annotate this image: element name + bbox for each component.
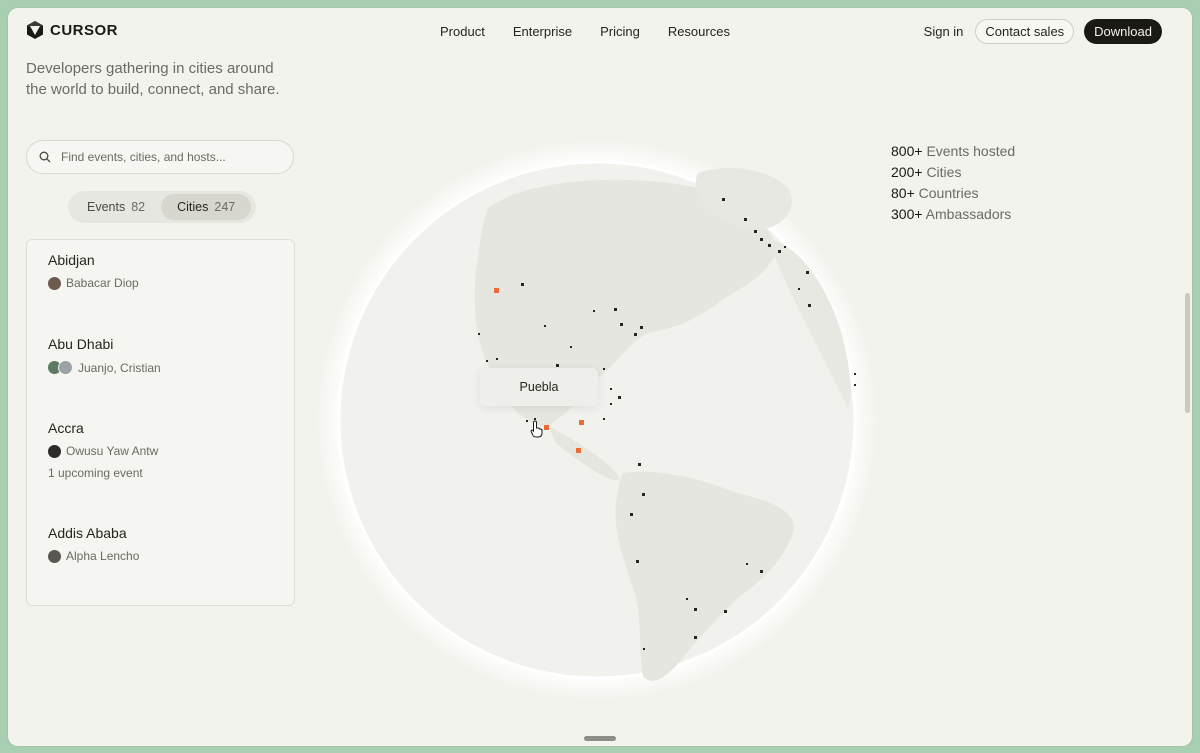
- city-item-addis-ababa[interactable]: Addis Ababa Alpha Lencho: [48, 525, 139, 563]
- city-name: Addis Ababa: [48, 525, 127, 541]
- tab-cities-label: Cities: [177, 200, 209, 214]
- host-names: Owusu Yaw Antw: [66, 444, 159, 458]
- tab-events-label: Events: [87, 200, 126, 214]
- city-hosts: Babacar Diop: [48, 276, 139, 290]
- search-input[interactable]: [59, 149, 283, 165]
- stat-label: Countries: [918, 185, 979, 201]
- view-toggle: Events 82 Cities 247: [68, 191, 256, 223]
- cursor-logo-icon: [27, 21, 43, 39]
- stat-countries: 80+ Countries: [891, 183, 1015, 204]
- city-name: Accra: [48, 420, 84, 436]
- city-item-abu-dhabi[interactable]: Abu Dhabi Juanjo, Cristian: [48, 336, 161, 375]
- nav-product[interactable]: Product: [440, 24, 485, 39]
- brand-logo[interactable]: CURSOR: [26, 20, 118, 40]
- upcoming-events: 1 upcoming event: [48, 466, 143, 480]
- city-hosts: Juanjo, Cristian: [48, 360, 161, 375]
- stat-label: Ambassadors: [925, 206, 1012, 222]
- host-names: Juanjo, Cristian: [78, 360, 161, 375]
- nav-resources[interactable]: Resources: [668, 24, 730, 39]
- city-item-abidjan[interactable]: Abidjan Babacar Diop: [48, 252, 139, 290]
- stat-number: 200+: [891, 164, 923, 180]
- app-window: CURSOR Product Enterprise Pricing Resour…: [8, 8, 1192, 746]
- nav-enterprise[interactable]: Enterprise: [513, 24, 572, 39]
- hand-pointer-icon: [530, 420, 543, 438]
- avatar: [48, 549, 61, 563]
- stat-label: Cities: [926, 164, 962, 180]
- main-nav: Product Enterprise Pricing Resources: [440, 24, 730, 39]
- tab-cities-count: 247: [214, 200, 236, 214]
- stat-number: 80+: [891, 185, 915, 201]
- stat-number: 300+: [891, 206, 923, 222]
- stat-cities: 200+ Cities: [891, 162, 1015, 183]
- tab-events-count: 82: [131, 200, 146, 214]
- avatar: [48, 276, 61, 290]
- page-scrollbar[interactable]: [1185, 293, 1190, 413]
- stat-events: 800+ Events hosted: [891, 141, 1015, 162]
- drag-handle[interactable]: [584, 736, 616, 741]
- nav-pricing[interactable]: Pricing: [600, 24, 640, 39]
- city-hosts: Owusu Yaw Antw: [48, 444, 158, 458]
- sign-in-link[interactable]: Sign in: [924, 24, 964, 39]
- host-names: Babacar Diop: [66, 276, 139, 290]
- brand-name: CURSOR: [50, 21, 119, 39]
- city-item-accra[interactable]: Accra Owusu Yaw Antw 1 upcoming event: [48, 420, 158, 480]
- stat-number: 800+: [891, 143, 923, 159]
- page-tagline: Developers gathering in cities around th…: [26, 60, 280, 98]
- city-tooltip: Puebla: [480, 368, 598, 406]
- stat-ambassadors: 300+ Ambassadors: [891, 204, 1015, 225]
- stat-label: Events hosted: [926, 143, 1016, 159]
- city-name: Abu Dhabi: [48, 336, 114, 352]
- download-button[interactable]: Download: [1084, 19, 1162, 44]
- city-name: Abidjan: [48, 252, 95, 268]
- header-actions: Sign in Contact sales Download: [924, 19, 1162, 44]
- city-list: Abidjan Babacar Diop Abu Dhabi Juanjo, C…: [26, 239, 295, 606]
- search-box[interactable]: [26, 140, 294, 174]
- stats-block: 800+ Events hosted 200+ Cities 80+ Count…: [891, 141, 1015, 225]
- avatar: [58, 360, 73, 375]
- contact-sales-button[interactable]: Contact sales: [975, 19, 1075, 44]
- search-icon: [39, 151, 51, 163]
- tab-cities[interactable]: Cities 247: [161, 194, 252, 220]
- host-names: Alpha Lencho: [66, 549, 140, 563]
- tab-events[interactable]: Events 82: [71, 194, 161, 220]
- globe-map[interactable]: [298, 128, 878, 728]
- avatar: [48, 444, 61, 458]
- city-hosts: Alpha Lencho: [48, 549, 139, 563]
